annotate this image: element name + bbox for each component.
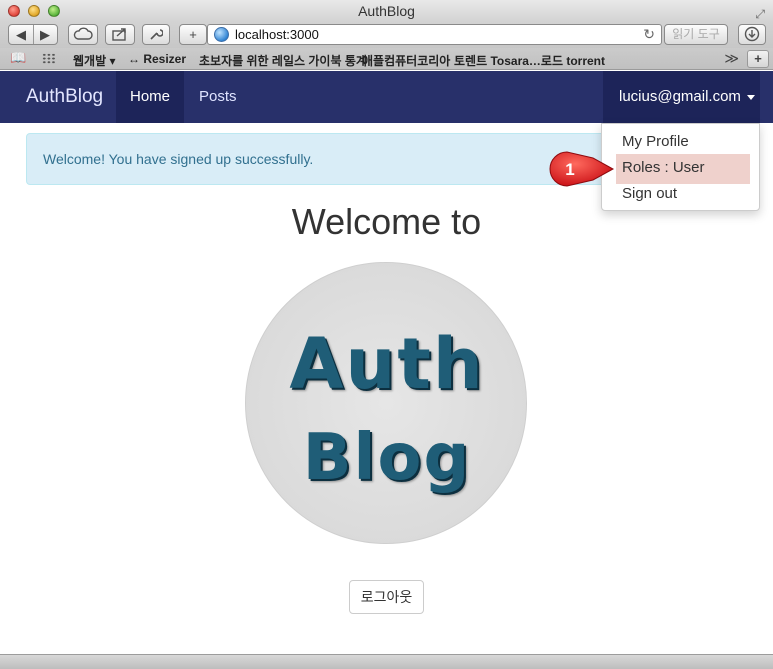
address-bar[interactable]: localhost:3000 ↻	[207, 24, 662, 45]
title-bar: AuthBlog ⤢	[0, 0, 773, 22]
site-navbar: AuthBlog Home Posts lucius@gmail.com	[0, 71, 773, 123]
back-icon[interactable]: ◀	[9, 25, 33, 44]
browser-toolbar: ◀ ▶ + localhost:3000 ↻ 읽기 도구	[0, 22, 773, 48]
reader-button[interactable]: 읽기 도구	[664, 24, 728, 45]
logo-text-auth: Auth	[289, 323, 485, 405]
dropdown-sign-out[interactable]: Sign out	[602, 181, 759, 207]
bookmark-item[interactable]: 웹개발 ▾	[73, 52, 115, 69]
callout-number: 1	[565, 160, 574, 179]
caret-down-icon	[746, 94, 755, 100]
tools-button[interactable]	[142, 24, 170, 45]
user-menu-toggle[interactable]: lucius@gmail.com	[603, 71, 760, 123]
nav-home-link[interactable]: Home	[116, 71, 184, 123]
zoom-window-icon[interactable]	[48, 5, 60, 17]
callout-marker: 1	[549, 151, 615, 187]
authblog-logo: Auth Blog	[245, 262, 527, 544]
logout-button[interactable]: 로그아웃	[349, 580, 424, 614]
user-email: lucius@gmail.com	[619, 88, 741, 105]
minimize-window-icon[interactable]	[28, 5, 40, 17]
book-icon[interactable]: 📖	[10, 50, 26, 66]
bookmark-item[interactable]: 애플컴퓨터코리아	[362, 52, 450, 69]
downloads-button[interactable]	[738, 24, 766, 45]
bookmark-item[interactable]: 토렌트 Tosara…로드 torrent	[454, 52, 605, 69]
url-text: localhost:3000	[235, 27, 319, 42]
back-forward-control: ◀ ▶	[8, 24, 58, 45]
brand-link[interactable]: AuthBlog	[26, 71, 103, 123]
globe-icon	[214, 27, 229, 42]
top-sites-grid-icon[interactable]	[42, 53, 56, 64]
nav-posts-link[interactable]: Posts	[199, 71, 237, 123]
bookmark-item[interactable]: ↔ Resizer	[128, 52, 186, 66]
more-bookmarks-icon[interactable]: ≫	[724, 50, 739, 67]
close-window-icon[interactable]	[8, 5, 20, 17]
bookmarks-bar: 📖 웹개발 ▾ ↔ Resizer 초보자를 위한 레일스 가이북 통계 애플컴…	[0, 48, 773, 70]
share-button[interactable]	[105, 24, 135, 45]
forward-icon[interactable]: ▶	[33, 25, 57, 44]
logo-text-blog: Blog	[302, 421, 472, 495]
wrench-icon	[150, 29, 164, 40]
window-title: AuthBlog	[358, 3, 415, 19]
user-dropdown-menu: My Profile Roles : User Sign out	[601, 123, 760, 211]
status-bar	[0, 654, 773, 669]
share-icon	[112, 28, 126, 41]
cloud-icon	[73, 27, 93, 40]
new-tab-button[interactable]: +	[179, 24, 207, 45]
reload-icon[interactable]: ↻	[643, 25, 655, 44]
icloud-tabs-button[interactable]	[68, 24, 98, 45]
add-tab-icon[interactable]: +	[747, 50, 769, 68]
web-page: AuthBlog Home Posts lucius@gmail.com Wel…	[0, 71, 773, 654]
download-icon	[744, 26, 760, 42]
bookmark-item[interactable]: 초보자를 위한 레일스 가이북 통계	[199, 52, 367, 69]
browser-window: AuthBlog ⤢ ◀ ▶ + localhost:3000 ↻ 읽기 도구 …	[0, 0, 773, 669]
dropdown-roles[interactable]: Roles : User	[602, 155, 759, 181]
dropdown-my-profile[interactable]: My Profile	[602, 129, 759, 155]
